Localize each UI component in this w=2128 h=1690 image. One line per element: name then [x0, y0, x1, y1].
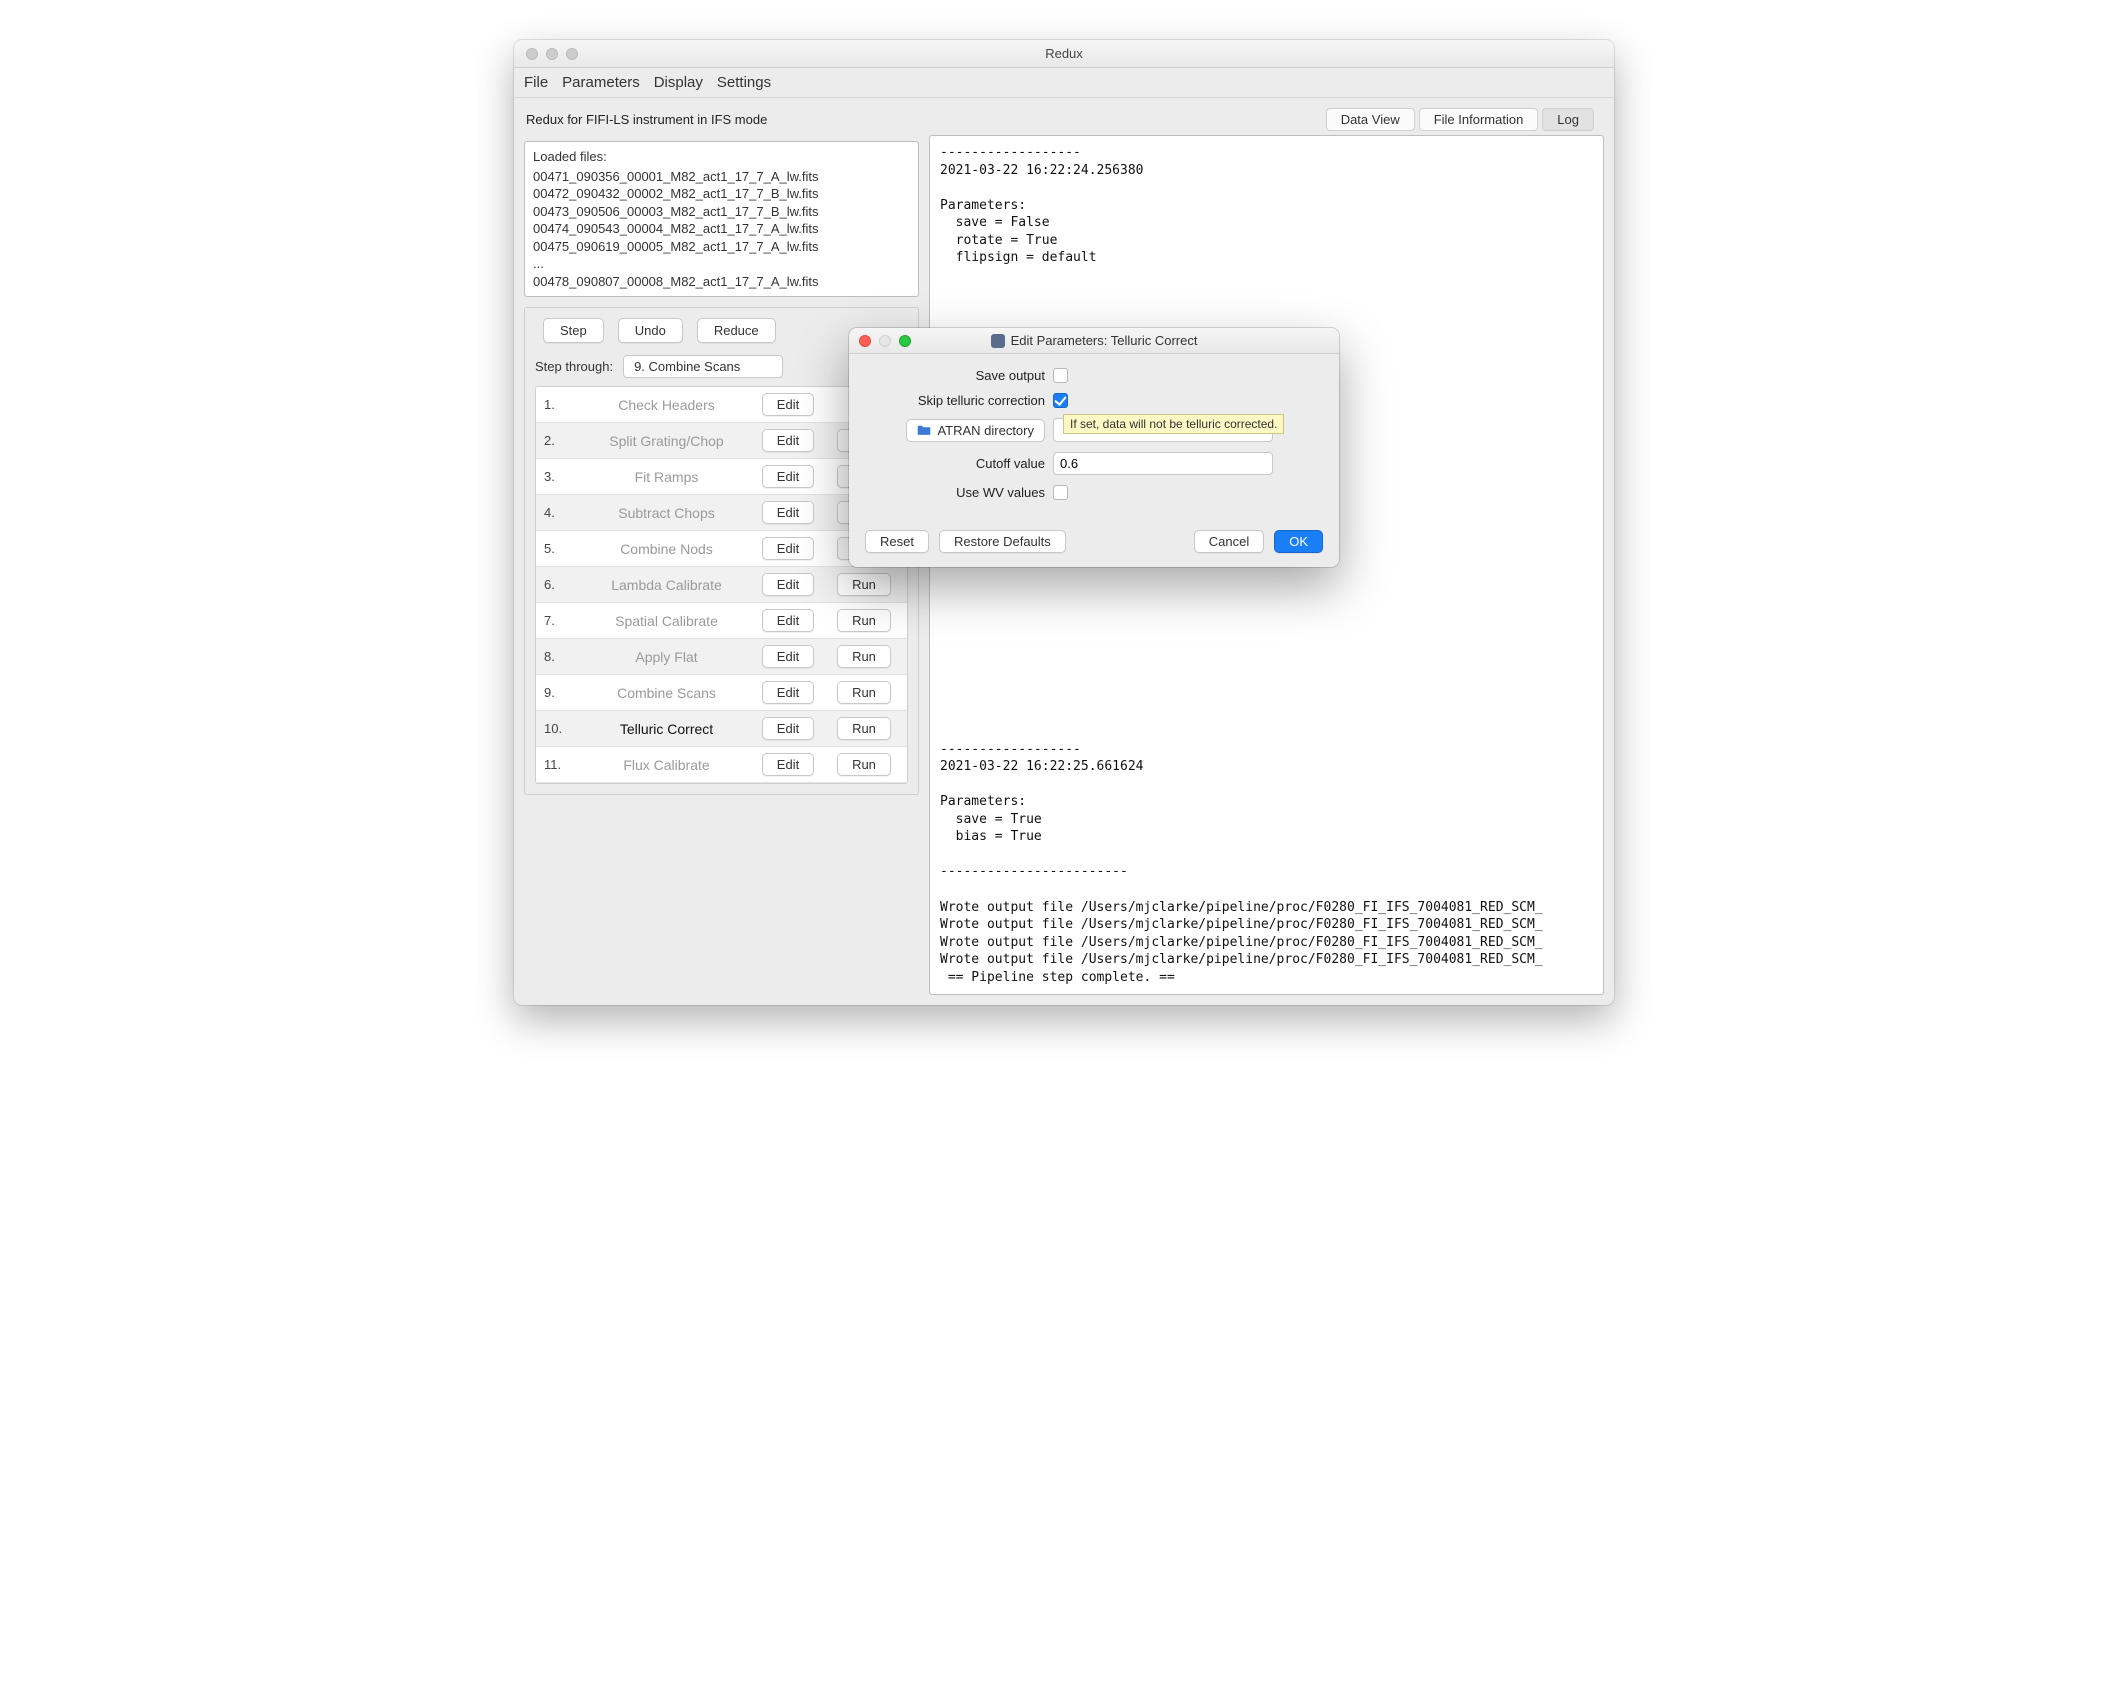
step-row: 7. Spatial Calibrate Edit Run [536, 603, 907, 639]
step-number: 4. [544, 505, 580, 520]
run-button[interactable]: Run [837, 753, 891, 776]
loaded-file: 00471_090356_00001_M82_act1_17_7_A_lw.fi… [533, 168, 910, 186]
step-row: 8. Apply Flat Edit Run [536, 639, 907, 675]
tabs: Data View File Information Log [929, 108, 1604, 135]
run-button[interactable]: Run [837, 645, 891, 668]
menubar: File Parameters Display Settings [514, 68, 1614, 98]
undo-button[interactable]: Undo [618, 318, 683, 343]
step-name: Combine Nods [586, 541, 747, 557]
step-through-select[interactable]: 9. Combine Scans [623, 355, 783, 378]
step-number: 7. [544, 613, 580, 628]
step-number: 1. [544, 397, 580, 412]
titlebar: Redux [514, 40, 1614, 68]
step-number: 2. [544, 433, 580, 448]
loaded-files-box: Loaded files: 00471_090356_00001_M82_act… [524, 141, 919, 297]
use-wv-label: Use WV values [865, 485, 1045, 500]
save-output-checkbox[interactable] [1053, 368, 1068, 383]
menu-parameters[interactable]: Parameters [562, 74, 640, 91]
step-name: Combine Scans [586, 685, 747, 701]
folder-icon [917, 424, 931, 436]
step-number: 3. [544, 469, 580, 484]
step-name: Check Headers [586, 397, 747, 413]
tab-file-information[interactable]: File Information [1419, 108, 1539, 131]
step-name: Telluric Correct [586, 721, 747, 737]
cancel-button[interactable]: Cancel [1194, 530, 1264, 553]
edit-button[interactable]: Edit [762, 681, 814, 704]
edit-parameters-dialog: Edit Parameters: Telluric Correct Save o… [849, 328, 1339, 567]
menu-file[interactable]: File [524, 74, 548, 91]
run-button[interactable]: Run [837, 717, 891, 740]
tab-log[interactable]: Log [1542, 108, 1594, 131]
cutoff-value-label: Cutoff value [865, 456, 1045, 471]
step-row: 9. Combine Scans Edit Run [536, 675, 907, 711]
atran-directory-label: ATRAN directory [937, 423, 1034, 438]
step-button[interactable]: Step [543, 318, 604, 343]
edit-button[interactable]: Edit [762, 501, 814, 524]
edit-button[interactable]: Edit [762, 537, 814, 560]
window-controls [514, 48, 578, 60]
skip-telluric-label: Skip telluric correction [865, 393, 1045, 408]
step-row: 10. Telluric Correct Edit Run [536, 711, 907, 747]
loaded-files-header: Loaded files: [533, 148, 910, 166]
close-icon[interactable] [526, 48, 538, 60]
step-name: Lambda Calibrate [586, 577, 747, 593]
edit-button[interactable]: Edit [762, 465, 814, 488]
loaded-file: 00478_090807_00008_M82_act1_17_7_A_lw.fi… [533, 273, 910, 291]
skip-telluric-checkbox[interactable] [1053, 393, 1068, 408]
loaded-file: 00473_090506_00003_M82_act1_17_7_B_lw.fi… [533, 203, 910, 221]
minimize-icon[interactable] [546, 48, 558, 60]
menu-display[interactable]: Display [654, 74, 703, 91]
edit-button[interactable]: Edit [762, 609, 814, 632]
step-number: 8. [544, 649, 580, 664]
step-name: Apply Flat [586, 649, 747, 665]
step-name: Flux Calibrate [586, 757, 747, 773]
edit-button[interactable]: Edit [762, 573, 814, 596]
edit-button[interactable]: Edit [762, 717, 814, 740]
step-name: Spatial Calibrate [586, 613, 747, 629]
step-number: 5. [544, 541, 580, 556]
step-row: 6. Lambda Calibrate Edit Run [536, 567, 907, 603]
window-title: Redux [514, 46, 1614, 61]
run-button[interactable]: Run [837, 573, 891, 596]
step-number: 11. [544, 757, 580, 772]
edit-button[interactable]: Edit [762, 429, 814, 452]
loaded-file: ... [533, 255, 910, 273]
edit-button[interactable]: Edit [762, 753, 814, 776]
dialog-title: Edit Parameters: Telluric Correct [1011, 333, 1198, 348]
step-name: Fit Ramps [586, 469, 747, 485]
step-number: 6. [544, 577, 580, 592]
cutoff-value-input[interactable] [1053, 452, 1273, 475]
run-button[interactable]: Run [837, 681, 891, 704]
reset-button[interactable]: Reset [865, 530, 929, 553]
step-through-label: Step through: [535, 359, 613, 374]
step-number: 10. [544, 721, 580, 736]
step-name: Split Grating/Chop [586, 433, 747, 449]
loaded-file: 00472_090432_00002_M82_act1_17_7_B_lw.fi… [533, 185, 910, 203]
step-name: Subtract Chops [586, 505, 747, 521]
skip-telluric-tooltip: If set, data will not be telluric correc… [1063, 414, 1284, 434]
dialog-titlebar: Edit Parameters: Telluric Correct [849, 328, 1339, 354]
restore-defaults-button[interactable]: Restore Defaults [939, 530, 1066, 553]
save-output-label: Save output [865, 368, 1045, 383]
atran-directory-button[interactable]: ATRAN directory [906, 419, 1045, 442]
use-wv-checkbox[interactable] [1053, 485, 1068, 500]
zoom-icon[interactable] [566, 48, 578, 60]
reduce-button[interactable]: Reduce [697, 318, 776, 343]
menu-settings[interactable]: Settings [717, 74, 771, 91]
mode-label: Redux for FIFI-LS instrument in IFS mode [524, 108, 919, 131]
edit-button[interactable]: Edit [762, 393, 814, 416]
step-number: 9. [544, 685, 580, 700]
ok-button[interactable]: OK [1274, 530, 1323, 553]
edit-button[interactable]: Edit [762, 645, 814, 668]
tab-data-view[interactable]: Data View [1326, 108, 1415, 131]
dialog-app-icon [991, 334, 1005, 348]
main-window: Redux File Parameters Display Settings R… [514, 40, 1614, 1005]
loaded-file: 00475_090619_00005_M82_act1_17_7_A_lw.fi… [533, 238, 910, 256]
step-row: 11. Flux Calibrate Edit Run [536, 747, 907, 783]
run-button[interactable]: Run [837, 609, 891, 632]
loaded-file: 00474_090543_00004_M82_act1_17_7_A_lw.fi… [533, 220, 910, 238]
